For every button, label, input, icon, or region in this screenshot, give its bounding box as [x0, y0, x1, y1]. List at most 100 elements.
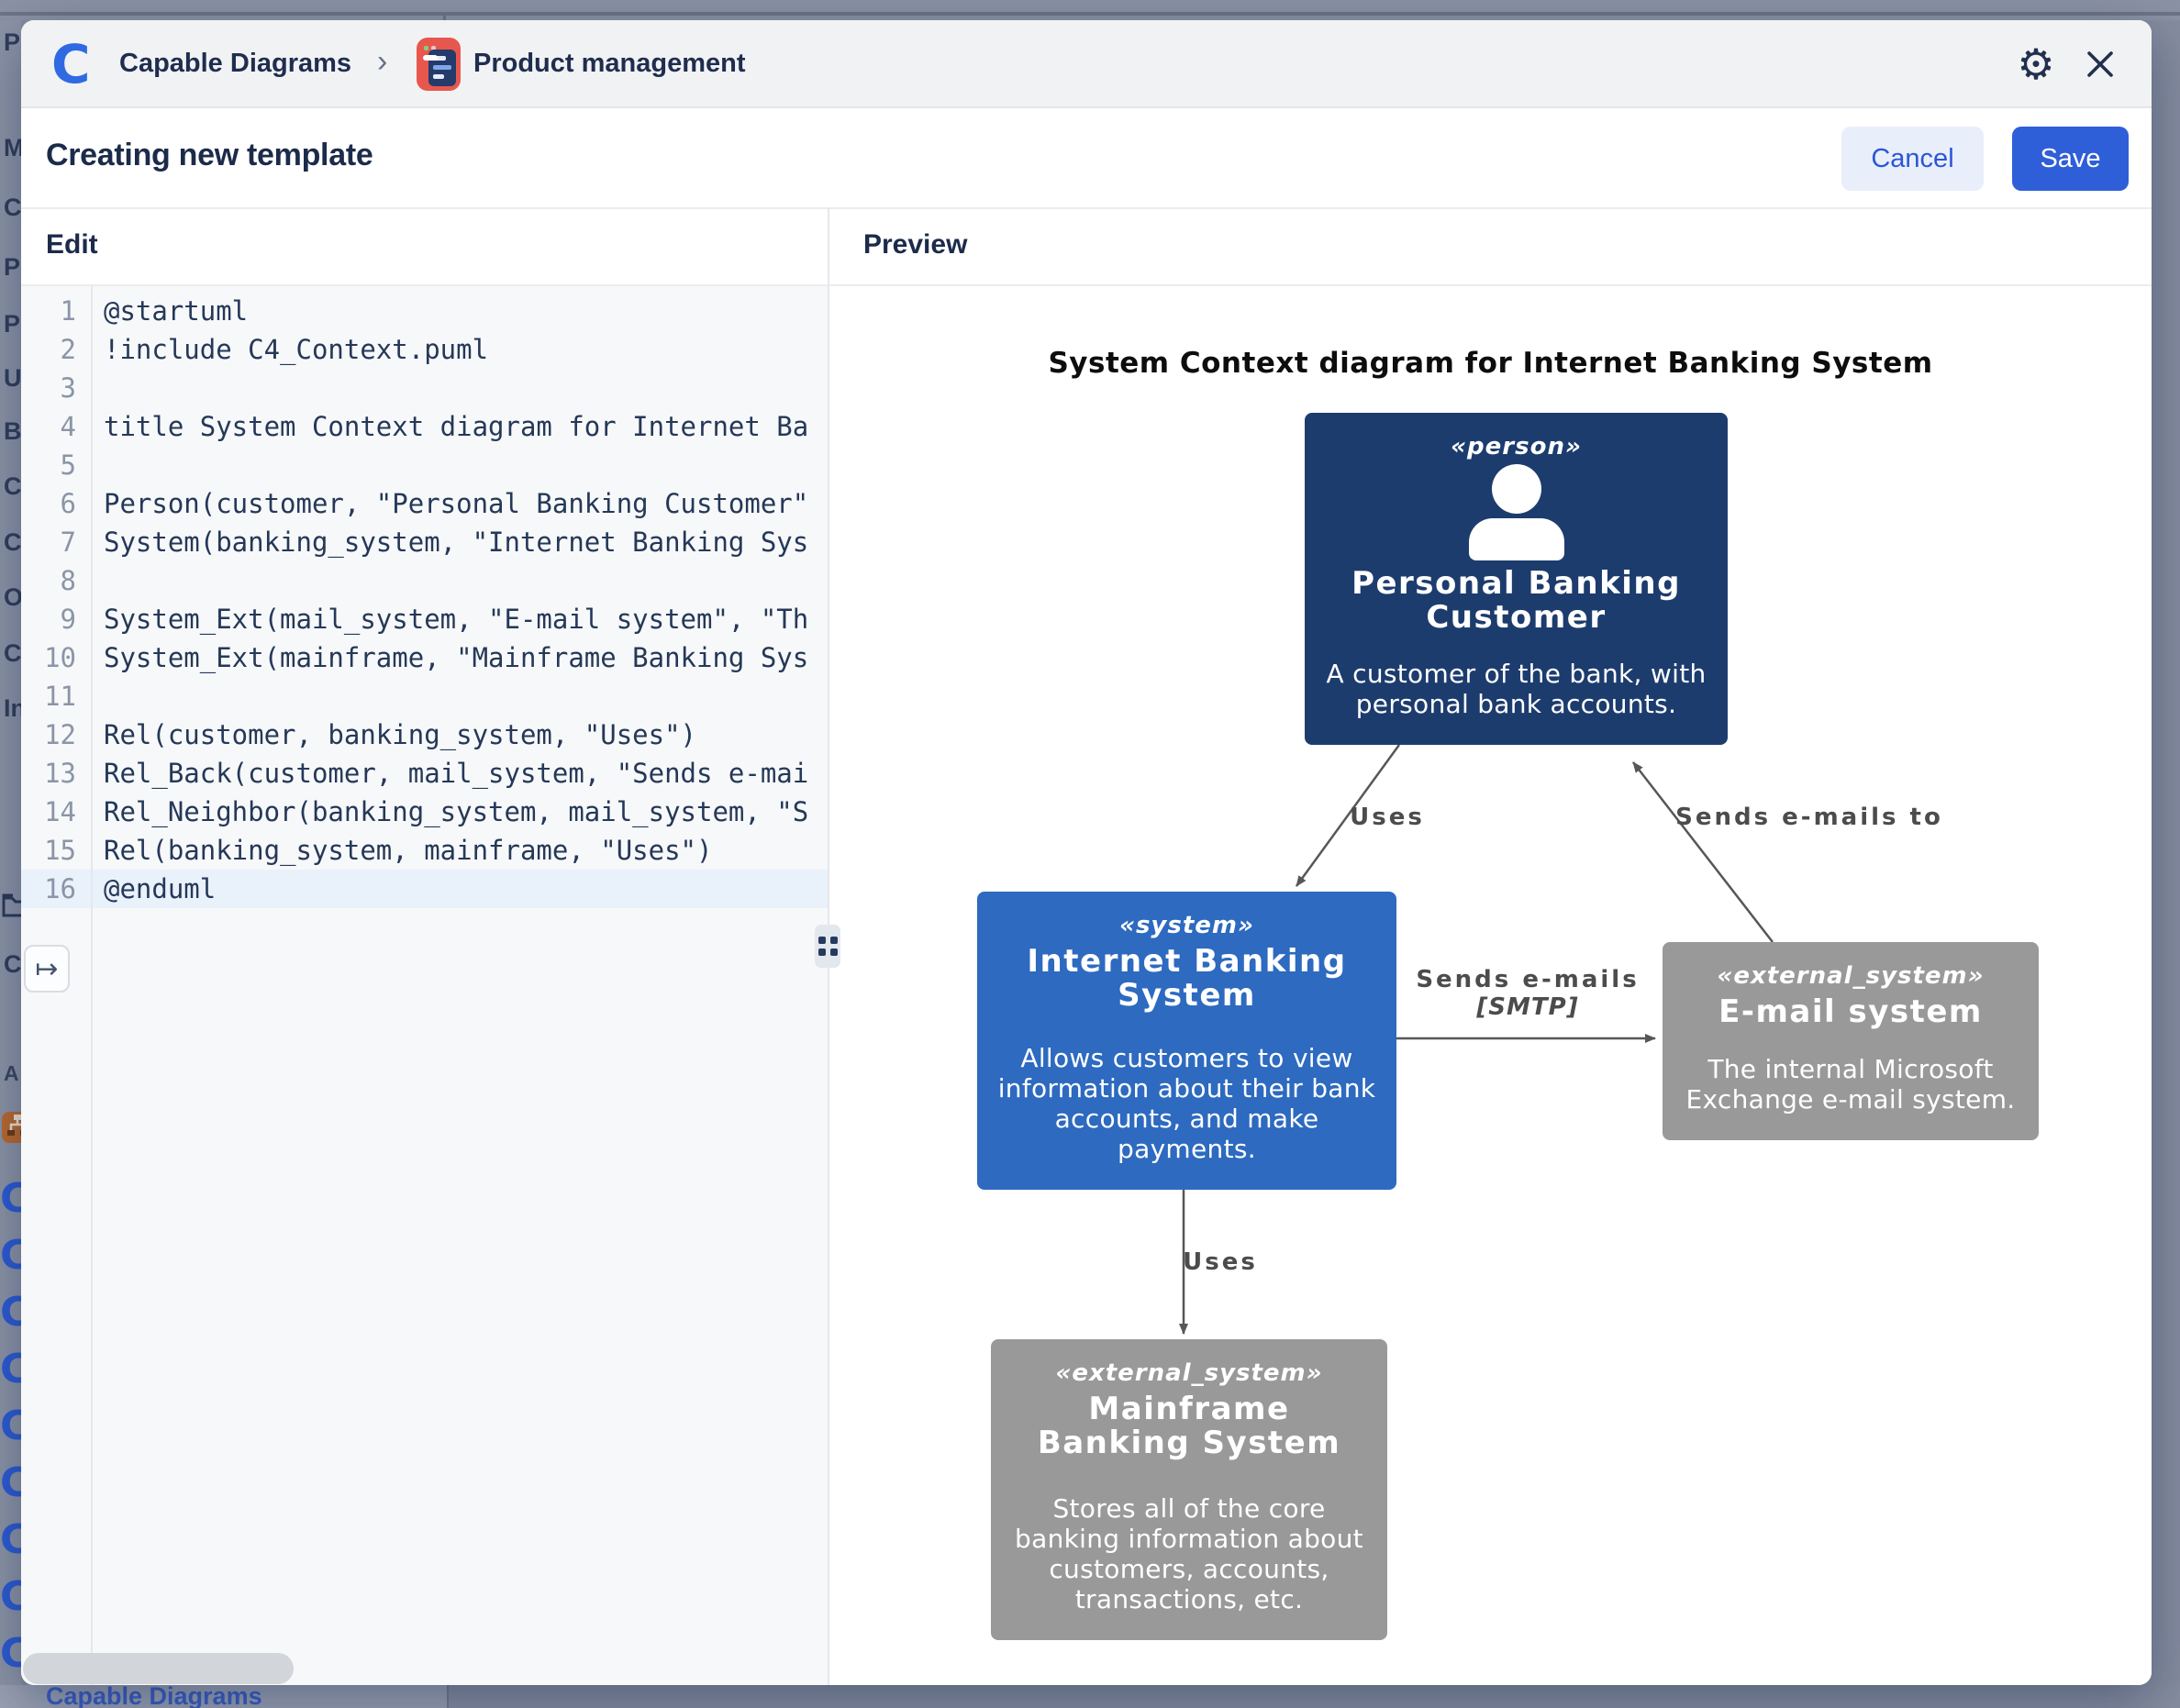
product-management-icon: [417, 38, 461, 91]
line-text[interactable]: [91, 446, 104, 484]
line-text[interactable]: Person(customer, "Personal Banking Custo…: [91, 484, 808, 523]
background-space-logo-icon: C: [0, 1403, 21, 1449]
code-line-2[interactable]: 2!include C4_Context.puml: [21, 330, 828, 369]
line-number: 3: [21, 369, 91, 407]
relationship-technology: [SMTP]: [1416, 993, 1639, 1021]
line-number: 16: [21, 870, 91, 908]
code-line-16[interactable]: 16@enduml: [21, 870, 828, 908]
breadcrumb-page-name[interactable]: Product management: [473, 49, 746, 79]
line-number: 15: [21, 831, 91, 870]
line-number: 12: [21, 715, 91, 754]
folder-icon: [2, 893, 21, 923]
horizontal-scrollbar-thumb[interactable]: [23, 1653, 294, 1684]
dialog-title-row: Creating new template Cancel Save: [21, 110, 2152, 207]
line-text[interactable]: Rel_Neighbor(banking_system, mail_system…: [91, 793, 808, 831]
line-number: 14: [21, 793, 91, 831]
line-number: 4: [21, 407, 91, 446]
node-stereotype: «system»: [1119, 912, 1254, 939]
background-menu-item: By: [4, 417, 21, 446]
breadcrumb: C Capable Diagrams › Product management …: [21, 20, 2152, 108]
code-line-12[interactable]: 12Rel(customer, banking_system, "Uses"): [21, 715, 828, 754]
close-icon[interactable]: [2073, 20, 2128, 108]
line-text[interactable]: Rel_Back(customer, mail_system, "Sends e…: [91, 754, 808, 793]
save-button[interactable]: Save: [2012, 127, 2129, 191]
line-text[interactable]: System_Ext(mail_system, "E-mail system",…: [91, 600, 808, 638]
collapse-panel-button[interactable]: ↦: [24, 945, 70, 993]
code-line-1[interactable]: 1@startuml: [21, 292, 828, 330]
background-menu-item: Cr: [4, 950, 21, 979]
node-description: Stores all of the core banking informati…: [1004, 1493, 1374, 1614]
relationship-label: Uses: [1350, 804, 1425, 831]
code-line-5[interactable]: 5: [21, 446, 828, 484]
background-menu-item: Pr: [4, 253, 21, 282]
code-line-15[interactable]: 15Rel(banking_system, mainframe, "Uses"): [21, 831, 828, 870]
line-text[interactable]: @startuml: [91, 292, 248, 330]
diagram-node-mail_system: «external_system»E-mail systemThe intern…: [1663, 942, 2039, 1140]
code-line-3[interactable]: 3: [21, 369, 828, 407]
node-stereotype: «external_system»: [1055, 1359, 1322, 1387]
background-space-logo-icon: C: [0, 1630, 21, 1677]
background-sidebar-divider: [447, 1685, 449, 1708]
page-title: Creating new template: [46, 138, 373, 173]
line-text[interactable]: [91, 677, 104, 715]
breadcrumb-app-name[interactable]: Capable Diagrams: [119, 49, 351, 79]
background-menu-item: M: [4, 134, 21, 162]
gutter-divider: [91, 286, 93, 1685]
background-space-logo-icon: C: [0, 1289, 21, 1336]
line-text[interactable]: Rel(customer, banking_system, "Uses"): [91, 715, 696, 754]
background-sidebar: PrMClPrPrUlByCaCaOClInCrAPCCCCCCCCC: [0, 20, 21, 1685]
line-text[interactable]: @enduml: [91, 870, 216, 908]
node-description: Allows customers to view information abo…: [990, 1043, 1384, 1164]
line-text[interactable]: [91, 561, 104, 600]
relationship-label: Sends e-mails to: [1675, 804, 1943, 831]
splitter-drag-handle[interactable]: [815, 925, 840, 968]
diagram-node-banking_system: «system» Internet Banking System Allows cu…: [977, 892, 1396, 1190]
line-number: 8: [21, 561, 91, 600]
edit-panel-label: Edit: [46, 229, 98, 261]
line-number: 11: [21, 677, 91, 715]
panels-header: Edit Preview: [21, 207, 2152, 286]
line-number: 2: [21, 330, 91, 369]
node-name: Personal Banking Customer: [1318, 567, 1715, 635]
line-text[interactable]: [91, 369, 104, 407]
create-template-dialog: C Capable Diagrams › Product management …: [21, 20, 2152, 1685]
line-text[interactable]: title System Context diagram for Interne…: [91, 407, 808, 446]
line-number: 5: [21, 446, 91, 484]
settings-gear-icon[interactable]: ⚙: [2008, 20, 2063, 108]
background-menu-item: Ca: [4, 528, 21, 557]
background-menu-item: Cl: [4, 194, 21, 222]
capable-diagrams-logo-icon: C: [51, 39, 105, 92]
background-space-logo-icon: C: [0, 1459, 21, 1506]
code-editor[interactable]: 1@startuml2!include C4_Context.puml34tit…: [21, 286, 828, 1685]
background-menu-item: O: [4, 583, 21, 612]
code-line-8[interactable]: 8: [21, 561, 828, 600]
node-description: The internal Microsoft Exchange e-mail s…: [1675, 1054, 2026, 1115]
line-text[interactable]: Rel(banking_system, mainframe, "Uses"): [91, 831, 712, 870]
background-menu-item: AP: [4, 1061, 21, 1086]
diagram-node-customer: «person»Personal Banking CustomerA custo…: [1305, 413, 1728, 745]
background-space-logo-icon: C: [0, 1175, 21, 1222]
background-top-vertical-divider: [443, 12, 446, 20]
cancel-button[interactable]: Cancel: [1841, 127, 1984, 191]
line-text[interactable]: !include C4_Context.puml: [91, 330, 488, 369]
background-space-logo-icon: C: [0, 1346, 21, 1392]
line-text[interactable]: System_Ext(mainframe, "Mainframe Banking…: [91, 638, 808, 677]
code-line-6[interactable]: 6Person(customer, "Personal Banking Cust…: [21, 484, 828, 523]
code-line-9[interactable]: 9System_Ext(mail_system, "E-mail system"…: [21, 600, 828, 638]
node-name: Internet Banking System: [990, 945, 1384, 1013]
relationship-label: Sends e-mails[SMTP]: [1416, 966, 1639, 1021]
code-line-13[interactable]: 13Rel_Back(customer, mail_system, "Sends…: [21, 754, 828, 793]
node-name: Mainframe Banking System: [1004, 1392, 1374, 1460]
code-line-10[interactable]: 10System_Ext(mainframe, "Mainframe Banki…: [21, 638, 828, 677]
diagram-node-mainframe: «external_system» Mainframe Banking Syste…: [991, 1339, 1387, 1640]
line-number: 7: [21, 523, 91, 561]
code-line-14[interactable]: 14Rel_Neighbor(banking_system, mail_syst…: [21, 793, 828, 831]
line-text[interactable]: System(banking_system, "Internet Banking…: [91, 523, 808, 561]
line-number: 6: [21, 484, 91, 523]
code-line-4[interactable]: 4title System Context diagram for Intern…: [21, 407, 828, 446]
code-line-7[interactable]: 7System(banking_system, "Internet Bankin…: [21, 523, 828, 561]
relationship-label: Uses: [1183, 1248, 1258, 1276]
code-line-11[interactable]: 11: [21, 677, 828, 715]
background-menu-item: In: [4, 694, 21, 723]
preview-panel-label: Preview: [863, 229, 967, 261]
